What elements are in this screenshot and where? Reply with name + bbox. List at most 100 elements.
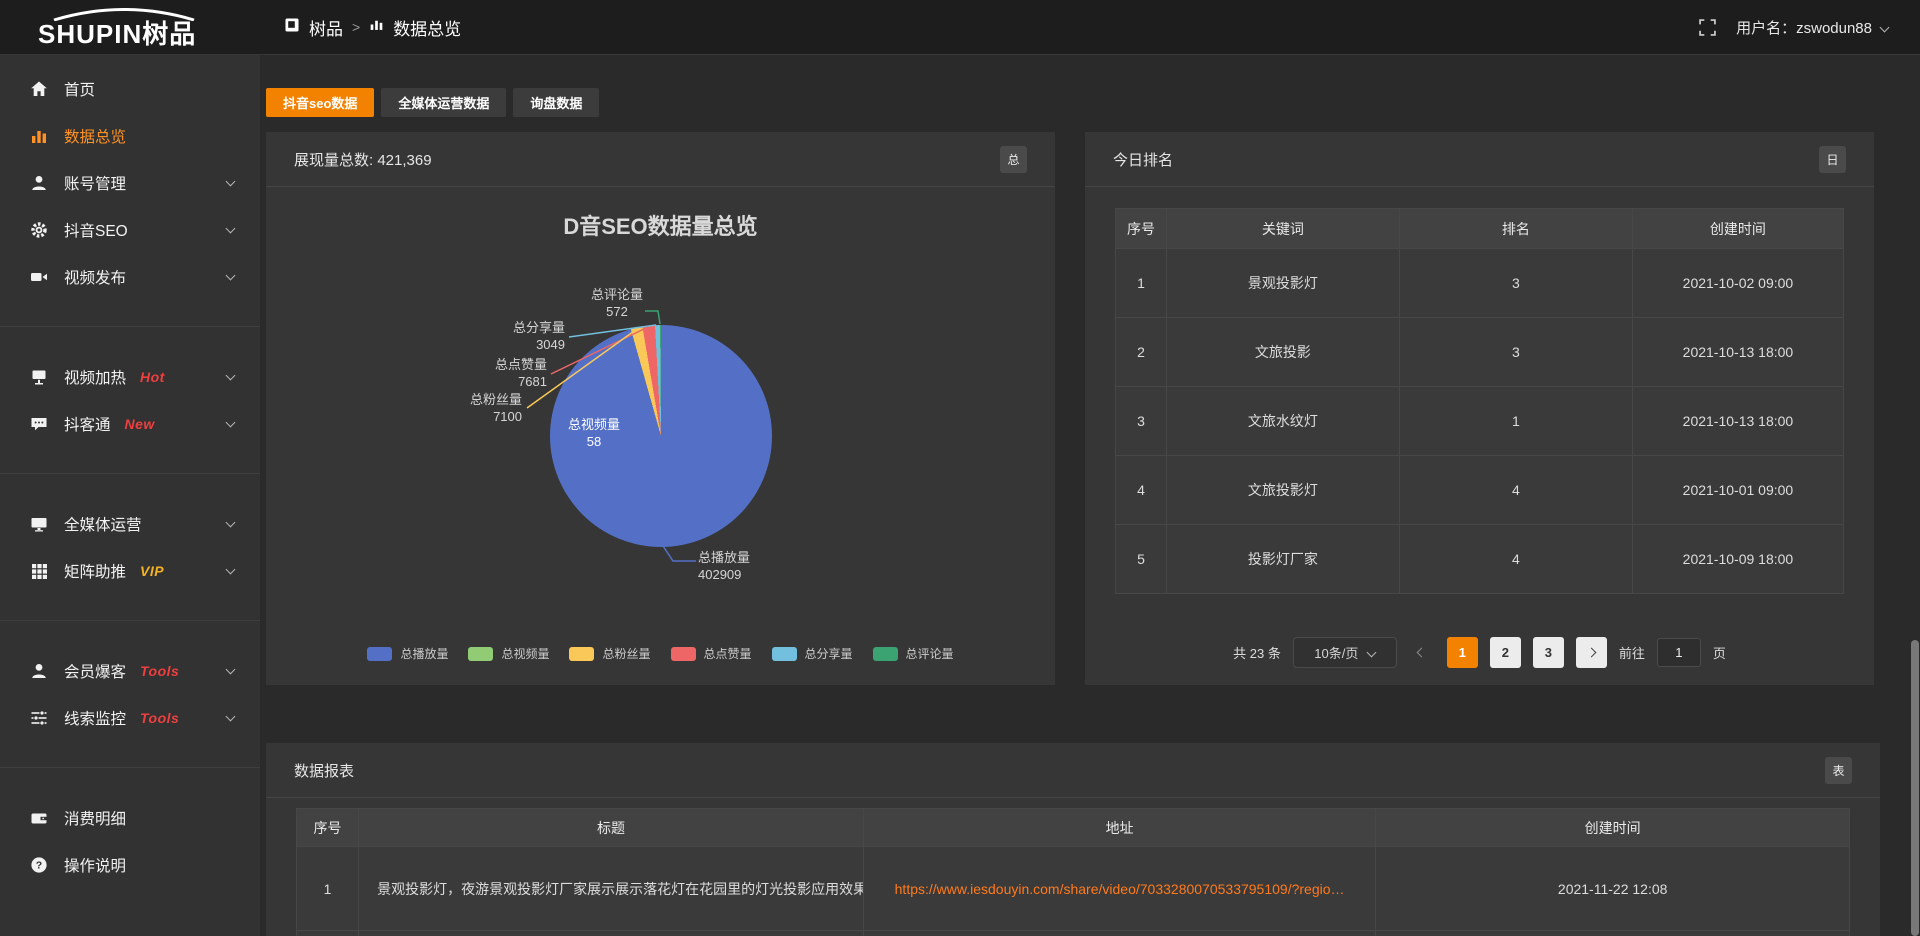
report-table: 序号 标题 地址 创建时间 1 景观投影灯，夜游景观投影灯厂家展示展示落花灯在花… <box>296 808 1850 936</box>
sidebar-item-label: 全媒体运营 <box>64 513 142 535</box>
page-size-select[interactable]: 10条/页 <box>1293 637 1397 668</box>
tab-media-operation-data[interactable]: 全媒体运营数据 <box>381 88 506 117</box>
sidebar-item-label: 首页 <box>64 78 95 100</box>
pagination-total: 共 23 条 <box>1233 643 1281 662</box>
chevron-down-icon <box>226 517 236 527</box>
breadcrumb-current[interactable]: 数据总览 <box>393 15 461 40</box>
day-view-button[interactable]: 日 <box>1819 146 1846 173</box>
legend-item[interactable]: 总粉丝量 <box>569 645 650 662</box>
scrollbar-thumb[interactable] <box>1911 640 1919 936</box>
legend-item[interactable]: 总分享量 <box>772 645 853 662</box>
ranking-table: 序号 关键词 排名 创建时间 1景观投影灯32021-10-02 09:00 2… <box>1115 208 1844 594</box>
sidebar-item-label: 操作说明 <box>64 854 126 876</box>
tools-badge: Tools <box>140 710 179 726</box>
chevron-down-icon <box>226 417 236 427</box>
hot-badge: Hot <box>140 369 165 385</box>
sidebar-item-douyin-seo[interactable]: 抖音SEO <box>0 206 260 253</box>
legend-swatch <box>468 647 493 661</box>
sidebar-item-video-publish[interactable]: 视频发布 <box>0 253 260 300</box>
sidebar-divider <box>0 473 260 474</box>
sidebar-divider <box>0 326 260 327</box>
scrollbar-track[interactable] <box>1910 55 1920 936</box>
breadcrumb-root[interactable]: 树品 <box>309 15 343 40</box>
pie-chart-area: D音SEO数据量总览 总评论量572 总分享量3049 总点赞量7681 <box>266 187 1055 684</box>
person-icon <box>30 662 50 680</box>
breadcrumb-separator: > <box>352 19 360 35</box>
report-url-link[interactable]: https://www.iesdouyin.com/share/video/70… <box>863 847 1375 931</box>
sidebar-divider <box>0 620 260 621</box>
fullscreen-icon[interactable] <box>1699 19 1716 36</box>
sidebar-item-clue-monitor[interactable]: 线索监控 Tools <box>0 694 260 741</box>
sidebar-item-douketong[interactable]: 抖客通 New <box>0 400 260 447</box>
sidebar-divider <box>0 767 260 768</box>
sidebar-item-member-burst[interactable]: 会员爆客 Tools <box>0 647 260 694</box>
sidebar-item-expense-detail[interactable]: 消费明细 <box>0 794 260 841</box>
legend-swatch <box>569 647 594 661</box>
goto-label: 前往 <box>1619 643 1645 662</box>
grid-icon <box>30 562 50 580</box>
app-square-icon <box>284 17 300 38</box>
sidebar-item-video-heat[interactable]: 视频加热 Hot <box>0 353 260 400</box>
col-created: 创建时间 <box>1632 209 1843 249</box>
legend-item[interactable]: 总评论量 <box>873 645 954 662</box>
chevron-down-icon <box>226 711 236 721</box>
page-button-3[interactable]: 3 <box>1533 637 1564 668</box>
legend-item[interactable]: 总视频量 <box>468 645 549 662</box>
legend-swatch <box>671 647 696 661</box>
sliders-icon <box>30 709 50 727</box>
sidebar: 首页 数据总览 账号管理 抖音SEO 视频发布 视频加热 Hot <box>0 55 260 936</box>
chevron-down-icon <box>226 564 236 574</box>
legend-item[interactable]: 总播放量 <box>367 645 448 662</box>
sidebar-item-label: 账号管理 <box>64 172 126 194</box>
legend-swatch <box>772 647 797 661</box>
table-header-row: 序号 关键词 排名 创建时间 <box>1116 209 1844 249</box>
chevron-down-icon <box>1880 22 1890 32</box>
sidebar-item-accounts[interactable]: 账号管理 <box>0 159 260 206</box>
legend-item[interactable]: 总点赞量 <box>671 645 752 662</box>
pie-label-comments: 总评论量572 <box>572 286 662 320</box>
video-camera-icon <box>30 268 50 286</box>
user-icon <box>30 174 50 192</box>
svg-text:?: ? <box>36 859 42 871</box>
sidebar-item-data-overview[interactable]: 数据总览 <box>0 112 260 159</box>
next-page-button[interactable] <box>1576 637 1607 668</box>
col-created: 创建时间 <box>1376 809 1850 847</box>
page-button-2[interactable]: 2 <box>1490 637 1521 668</box>
table-view-button[interactable]: 表 <box>1825 757 1852 784</box>
tab-inquiry-data[interactable]: 询盘数据 <box>513 88 599 117</box>
legend-swatch <box>367 647 392 661</box>
pagination: 共 23 条 10条/页 1 2 3 前往 页 <box>1085 637 1874 668</box>
ranking-panel-title: 今日排名 <box>1113 149 1173 170</box>
table-row: 1景观投影灯32021-10-02 09:00 <box>1116 249 1844 318</box>
report-title-cell: 景观投影灯，夜游景观投影灯厂家展示展示落花灯在花园里的灯光投影应用效果 # <box>359 847 864 931</box>
legend-swatch <box>873 647 898 661</box>
chevron-down-icon <box>226 176 236 186</box>
sidebar-item-home[interactable]: 首页 <box>0 65 260 112</box>
goto-suffix: 页 <box>1713 643 1726 662</box>
sidebar-item-label: 视频发布 <box>64 266 126 288</box>
col-rank: 排名 <box>1399 209 1632 249</box>
chart-legend: 总播放量 总视频量 总粉丝量 总点赞量 总分享量 总评论量 <box>266 645 1055 662</box>
table-header-row: 序号 标题 地址 创建时间 <box>297 809 1850 847</box>
prev-page-button[interactable] <box>1409 637 1435 668</box>
impressions-chart-panel: 展现量总数: 421,369 总 D音SEO数据量总览 总评论量572 总分 <box>266 132 1055 685</box>
tab-douyin-seo-data[interactable]: 抖音seo数据 <box>266 88 374 117</box>
user-menu[interactable]: 用户名：zswodun88 <box>1736 17 1888 38</box>
gear-icon <box>30 221 50 239</box>
sidebar-item-media-operation[interactable]: 全媒体运营 <box>0 500 260 547</box>
sidebar-item-label: 会员爆客 <box>64 660 126 682</box>
col-title: 标题 <box>359 809 864 847</box>
chat-bubble-icon <box>30 415 50 433</box>
col-index: 序号 <box>1116 209 1167 249</box>
sidebar-item-label: 线索监控 <box>64 707 126 729</box>
chevron-down-icon <box>1367 648 1377 658</box>
goto-page-input[interactable] <box>1657 638 1701 667</box>
sidebar-item-label: 矩阵助推 <box>64 560 126 582</box>
sidebar-item-matrix-boost[interactable]: 矩阵助推 VIP <box>0 547 260 594</box>
total-view-button[interactable]: 总 <box>1000 146 1027 173</box>
table-row: 3文旅水纹灯12021-10-13 18:00 <box>1116 387 1844 456</box>
page-button-1[interactable]: 1 <box>1447 637 1478 668</box>
data-report-panel: 数据报表 表 序号 标题 地址 创建时间 1 景观投影灯，夜游景观投影灯 <box>266 743 1880 936</box>
sidebar-item-instructions[interactable]: ? 操作说明 <box>0 841 260 888</box>
screen-icon <box>30 368 50 386</box>
